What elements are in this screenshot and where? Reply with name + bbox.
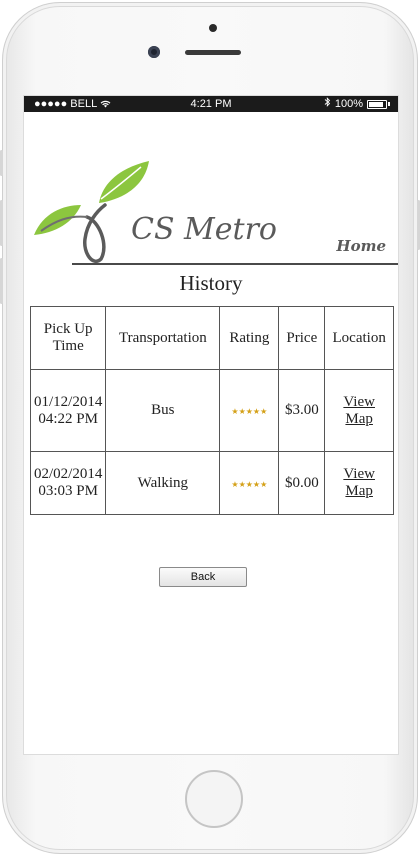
location-cell: View Map xyxy=(324,451,394,515)
rating-cell: ★★★★★ xyxy=(219,451,280,515)
status-right: 100% xyxy=(324,96,390,112)
location-cell: View Map xyxy=(324,369,394,452)
front-camera xyxy=(148,46,160,58)
home-hardware-button[interactable] xyxy=(185,770,243,828)
home-link[interactable]: Home xyxy=(336,237,386,255)
price-cell: $0.00 xyxy=(278,451,326,515)
pickup-time-cell: 02/02/2014 03:03 PM xyxy=(29,451,107,515)
volume-down-button xyxy=(0,258,3,304)
col-header-transportation: Transportation xyxy=(105,306,221,370)
table-row: 02/02/2014 03:03 PM Walking ★★★★★ $0.00 … xyxy=(29,451,394,515)
battery-icon xyxy=(367,99,387,109)
header-divider xyxy=(72,263,398,265)
earpiece-speaker xyxy=(185,50,241,55)
transportation-cell: Walking xyxy=(105,451,221,515)
rating-stars-icon: ★★★★★ xyxy=(231,479,268,489)
front-sensor xyxy=(209,24,217,32)
transportation-cell: Bus xyxy=(105,369,221,452)
view-map-link[interactable]: View Map xyxy=(343,466,375,499)
history-table: Pick Up Time Transportation Rating Price… xyxy=(29,306,394,515)
rating-cell: ★★★★★ xyxy=(219,369,280,452)
status-bar: ●●●●● BELL 4:21 PM 100% xyxy=(24,96,398,112)
bluetooth-icon xyxy=(324,96,331,112)
battery-tip xyxy=(388,102,390,106)
mute-switch xyxy=(0,150,3,176)
battery-percent: 100% xyxy=(334,98,363,110)
pickup-time-cell: 01/12/2014 04:22 PM xyxy=(29,369,107,452)
col-header-price: Price xyxy=(278,306,326,370)
view-map-link[interactable]: View Map xyxy=(343,394,375,427)
app-screen: ●●●●● BELL 4:21 PM 100% CS Metro Home Hi… xyxy=(23,95,399,755)
brand-title: CS Metro xyxy=(131,212,277,247)
col-header-location: Location xyxy=(324,306,394,370)
table-header-row: Pick Up Time Transportation Rating Price… xyxy=(29,306,394,370)
col-header-pickup: Pick Up Time xyxy=(29,306,107,370)
col-header-rating: Rating xyxy=(219,306,280,370)
price-cell: $3.00 xyxy=(278,369,326,452)
back-button[interactable]: Back xyxy=(159,567,247,587)
table-row: 01/12/2014 04:22 PM Bus ★★★★★ $3.00 View… xyxy=(29,369,394,452)
volume-up-button xyxy=(0,200,3,246)
rating-stars-icon: ★★★★★ xyxy=(231,407,268,416)
page-title: History xyxy=(179,271,243,295)
